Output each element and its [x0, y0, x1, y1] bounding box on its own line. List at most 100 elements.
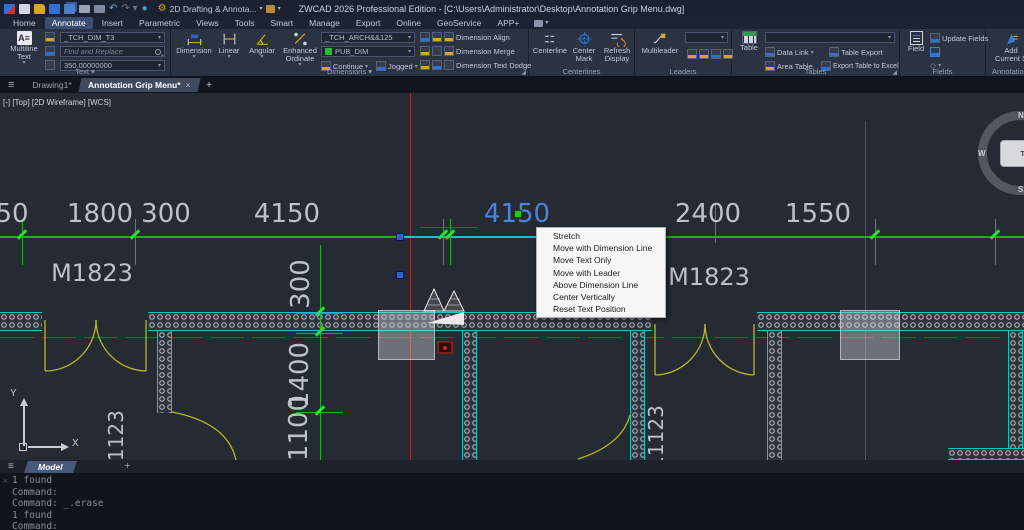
model-tab[interactable]: Model [24, 461, 76, 473]
dim-style-combo[interactable]: _TCH_ARCH&&125 ▾ [321, 32, 415, 43]
dim-grip-blue-2[interactable] [396, 271, 404, 279]
viewcube-top-face[interactable]: TOP [1000, 140, 1024, 167]
enhanced-ordinate-button[interactable]: Enhanced Ordinate ▾ [280, 31, 320, 68]
menu-item-above-dimension-line[interactable]: Above Dimension Line [537, 279, 665, 291]
panel-tables: Table ▾ Data Link ▾ Table Export Area Ta… [732, 29, 900, 77]
command-line-panel[interactable]: ✕ 1 found Command: Command: _.erase 1 fo… [0, 473, 1024, 530]
layout-menu-icon[interactable]: ≡ [8, 461, 14, 472]
viewcube-north[interactable]: N [1018, 111, 1024, 120]
table-button[interactable]: Table [735, 31, 763, 52]
selected-column-1[interactable] [378, 310, 435, 360]
menu-item-move-with-leader[interactable]: Move with Leader [537, 267, 665, 279]
ribbon-style-dropdown[interactable]: ▾ [534, 18, 548, 28]
update-fields-button[interactable]: Update Fields [930, 33, 988, 43]
leader-align-icon[interactable] [711, 49, 721, 59]
tab-annotate[interactable]: Annotate [45, 17, 93, 29]
dimension-merge-button[interactable]: Dimension Merge [420, 46, 515, 56]
leader-remove-icon[interactable] [699, 49, 709, 59]
text-list-icon[interactable] [45, 46, 55, 56]
find-replace-box[interactable] [60, 46, 165, 57]
dimension-align-button[interactable]: Dimension Align [420, 32, 510, 42]
new-file-icon[interactable] [19, 4, 30, 14]
menu-item-reset-text-position[interactable]: Reset Text Position [537, 303, 665, 315]
menu-item-move-with-dimension-line[interactable]: Move with Dimension Line [537, 242, 665, 254]
dim-grip-blue-1[interactable] [396, 233, 404, 241]
search-icon[interactable] [155, 49, 161, 55]
save-all-icon[interactable] [64, 4, 75, 14]
table-style-combo[interactable]: ▾ [765, 32, 895, 43]
tab-export[interactable]: Export [349, 17, 388, 29]
tab-parametric[interactable]: Parametric [132, 17, 187, 29]
doc-tab-drawing1[interactable]: Drawing1* [24, 78, 79, 92]
undo-icon[interactable]: ↶ [109, 4, 117, 14]
find-replace-input[interactable] [64, 47, 144, 56]
linear-button[interactable]: Linear ▾ [214, 31, 244, 60]
refresh-display-button[interactable]: Refresh Display [601, 31, 633, 63]
dimension-button[interactable]: Dimension ▾ [176, 31, 212, 60]
add-current-scale-button[interactable]: Add Current S [994, 31, 1024, 63]
multileader-button[interactable]: Multileader [637, 31, 683, 55]
menu-item-center-vertically[interactable]: Center Vertically [537, 291, 665, 303]
leader-add-icon[interactable] [687, 49, 697, 59]
minimize-ribbon-icon[interactable]: ▾ [278, 4, 281, 14]
workspace-image-icon[interactable] [266, 5, 275, 13]
selected-column-2[interactable] [840, 310, 900, 360]
tab-insert[interactable]: Insert [95, 17, 130, 29]
workspace-switcher[interactable]: ⚙ 2D Drafting & Annota... ▾ ▾ [158, 4, 281, 14]
cursor-dot-icon[interactable]: ● [142, 4, 148, 14]
field-edit-icon[interactable] [930, 47, 940, 57]
panel-label-leaders[interactable]: Leaders [635, 67, 731, 76]
doc-menu-icon[interactable]: ≡ [8, 79, 14, 91]
tab-home[interactable]: Home [6, 17, 43, 29]
panel-label-centerlines[interactable]: Centerlines [529, 67, 634, 76]
panel-label-tables[interactable]: Tables [732, 67, 899, 76]
centerline-button[interactable]: Centerline [533, 31, 567, 55]
new-drawing-tab-button[interactable]: + [206, 80, 212, 91]
tab-online[interactable]: Online [389, 17, 428, 29]
tables-dialog-launcher-icon[interactable]: ◢ [892, 69, 897, 76]
panel-label-fields[interactable]: Fields [900, 67, 985, 76]
panel-label-dimensions[interactable]: Dimensions ▾ [171, 67, 528, 76]
drawing-canvas[interactable]: [-] [Top] [2D Wireframe] [WCS] 50 1800 3… [0, 93, 1024, 460]
command-prompt-line[interactable]: Command: [12, 521, 1024, 530]
linear-icon [221, 31, 238, 47]
viewcube-west[interactable]: W [978, 149, 986, 158]
menu-item-move-text-only[interactable]: Move Text Only [537, 254, 665, 266]
text-style-icon[interactable] [45, 32, 55, 42]
dim-layer-combo[interactable]: PUB_DIM ▾ [321, 46, 415, 57]
dimensions-dialog-launcher-icon[interactable]: ◢ [521, 69, 526, 76]
viewcube-south[interactable]: S [1018, 185, 1023, 194]
vdim-value: 1100 [286, 395, 312, 460]
tab-tools[interactable]: Tools [228, 17, 262, 29]
chevron-down-icon: ▾ [260, 55, 263, 60]
open-folder-icon[interactable] [34, 4, 45, 14]
new-layout-button[interactable]: + [124, 461, 130, 472]
menu-item-stretch[interactable]: Stretch [537, 230, 665, 242]
close-icon[interactable]: × [185, 80, 190, 90]
center-mark-button[interactable]: Center Mark [569, 31, 599, 63]
tab-geoservice[interactable]: GeoService [430, 17, 488, 29]
door-arc-bottom-left [172, 412, 236, 460]
data-link-button[interactable]: Data Link ▾ [765, 47, 814, 57]
save-icon[interactable] [49, 4, 60, 14]
app-logo-icon[interactable] [4, 4, 15, 14]
text-style-combo[interactable]: _TCH_DIM_T3 ▾ [60, 32, 165, 43]
tab-smart[interactable]: Smart [263, 17, 300, 29]
plot-icon[interactable] [79, 5, 90, 13]
field-button[interactable]: Field [904, 31, 928, 53]
tab-views[interactable]: Views [189, 17, 226, 29]
multiline-text-button[interactable]: A≡ Multiline Text ▾ [6, 31, 42, 66]
redo-icon[interactable]: ↷ ▾ [121, 4, 137, 14]
panel-label-text[interactable]: Text ▾ [0, 67, 170, 76]
panel-label-annotation[interactable]: Annotatio [986, 67, 1024, 76]
viewcube[interactable]: N W S TOP [978, 111, 1024, 201]
close-command-icon[interactable]: ✕ [3, 476, 8, 485]
table-export-button[interactable]: Table Export [829, 47, 883, 57]
angular-button[interactable]: Angular ▾ [246, 31, 278, 60]
multileader-style-combo[interactable]: ▾ [685, 32, 728, 43]
preview-icon[interactable] [94, 5, 105, 13]
tab-manage[interactable]: Manage [302, 17, 347, 29]
tab-app-plus[interactable]: APP+ [490, 17, 526, 29]
doc-tab-annotation-grip-menu[interactable]: Annotation Grip Menu*× [78, 78, 199, 92]
text-grip-green[interactable] [514, 210, 522, 218]
